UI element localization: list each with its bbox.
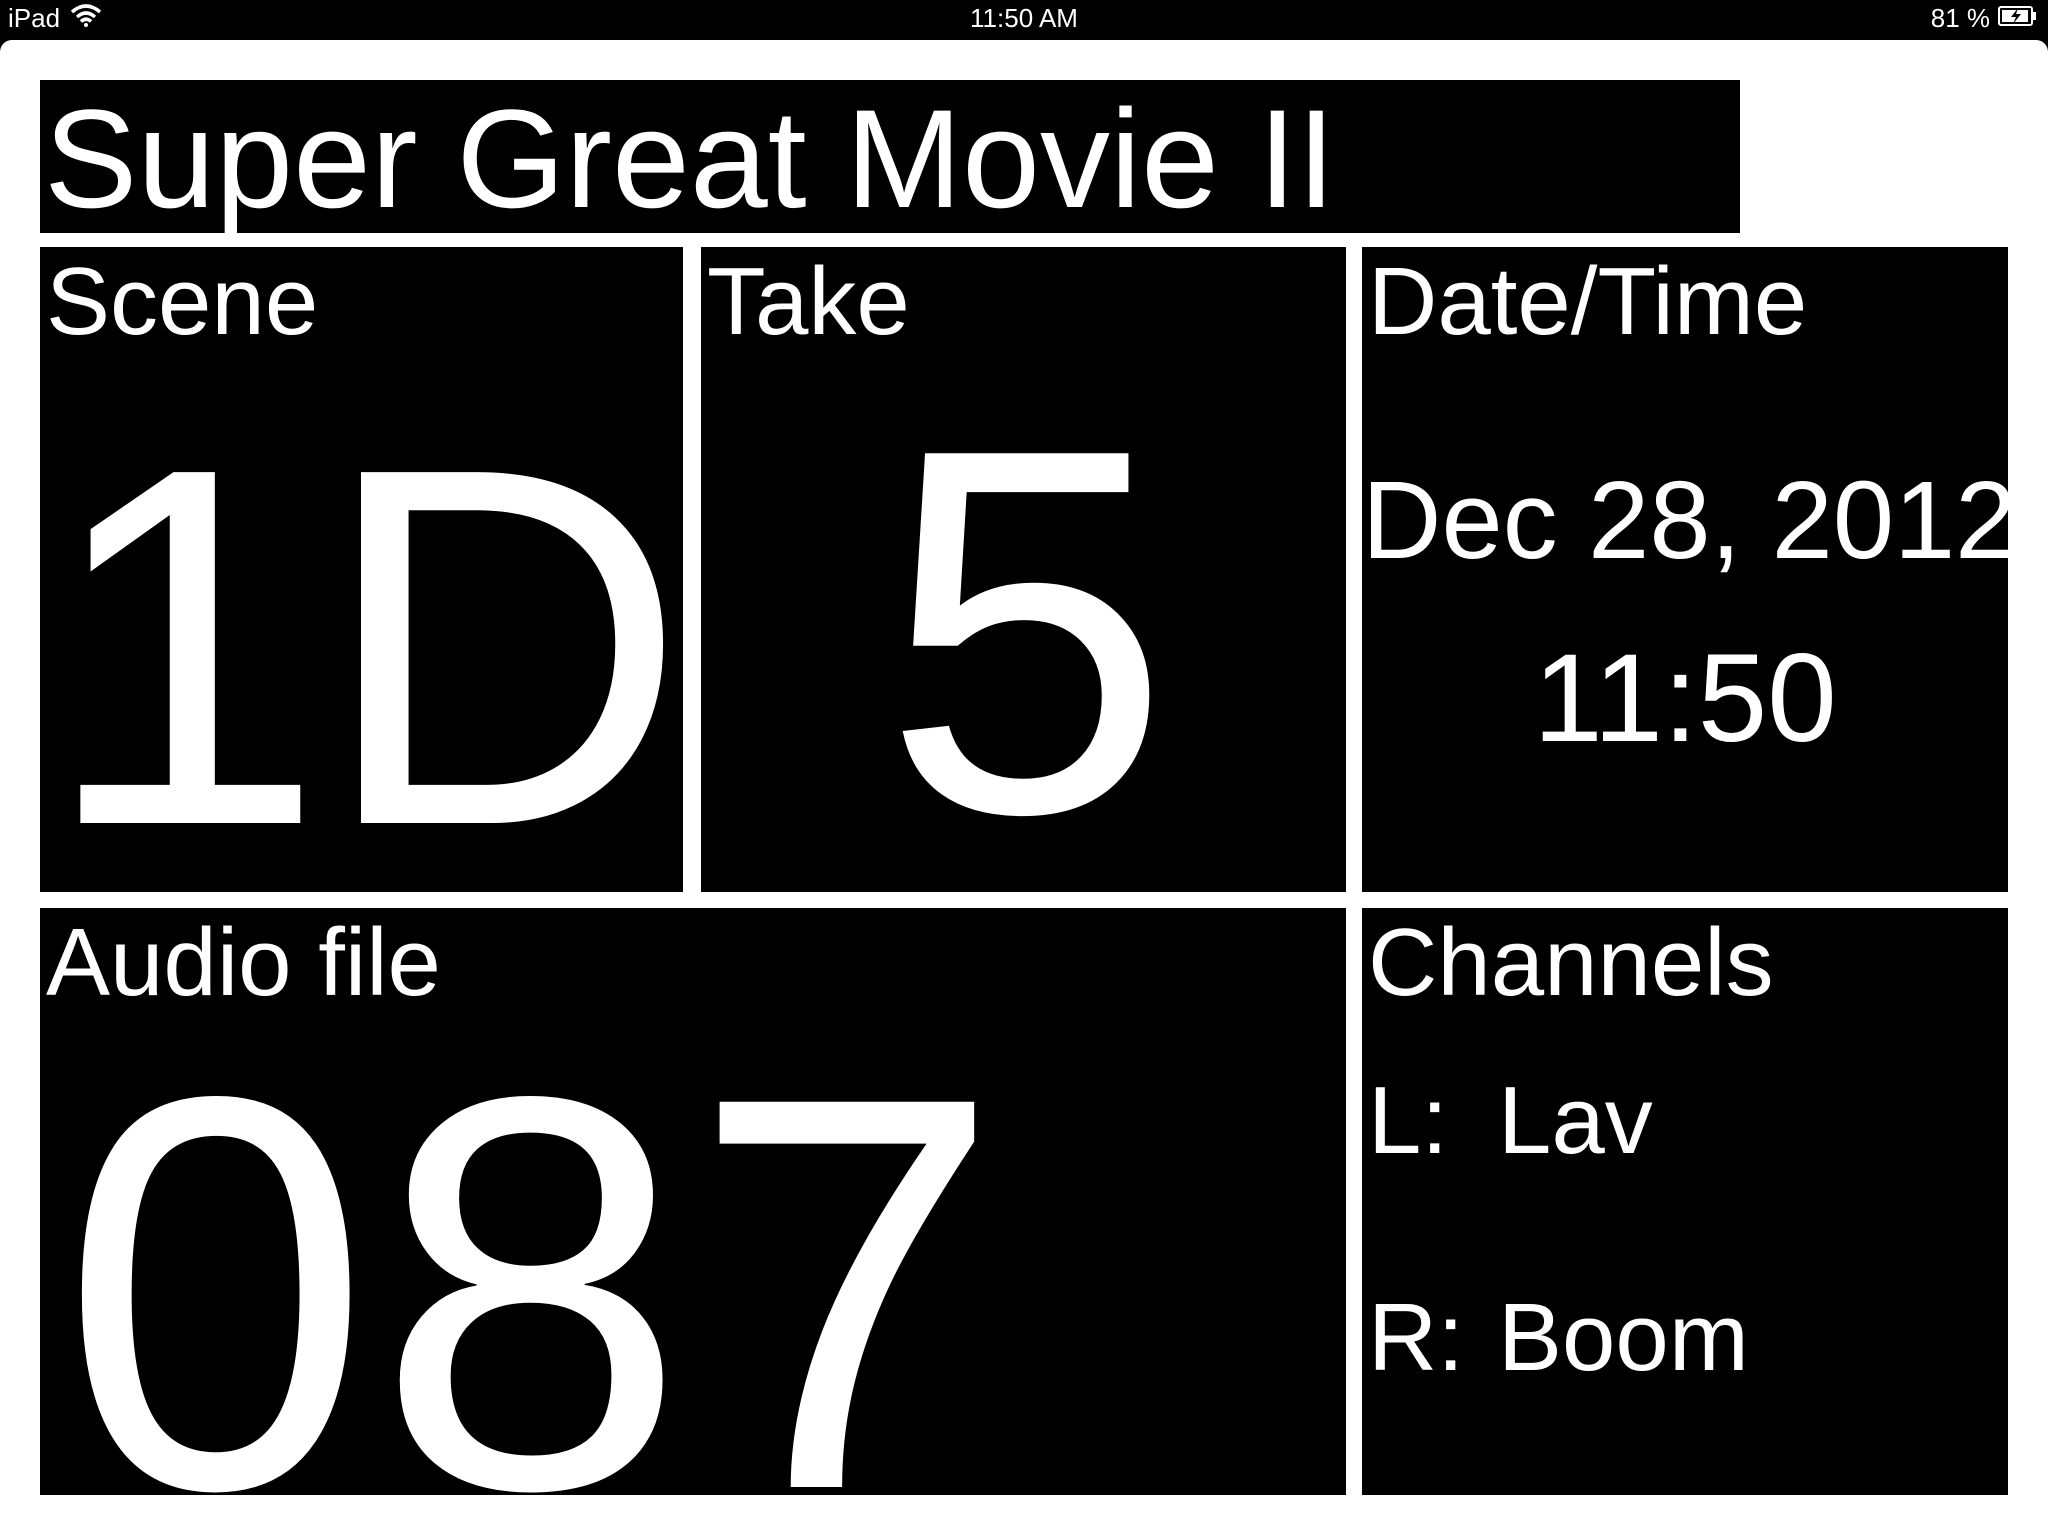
- channels-label: Channels: [1368, 909, 1774, 1016]
- scene-value: 1D: [41, 362, 683, 892]
- audio-file-panel[interactable]: Audio file 087: [40, 908, 1346, 1495]
- title-panel[interactable]: Super Great Movie II: [40, 80, 1740, 233]
- battery-percent: 81 %: [1930, 3, 1990, 33]
- status-time: 11:50 AM: [970, 3, 1078, 33]
- channel-left-value: Lav: [1498, 1067, 1653, 1174]
- take-value: 5: [881, 341, 1171, 892]
- status-right: 81 %: [1931, 3, 2038, 34]
- scene-label: Scene: [46, 248, 319, 355]
- take-panel[interactable]: Take 5: [701, 247, 1346, 892]
- channel-right-key: R:: [1368, 1284, 1464, 1391]
- status-bar: iPad 11:50 AM 81 %: [0, 0, 2048, 40]
- time-value: 11:50: [1533, 629, 1837, 768]
- battery-charging-icon: [1998, 3, 2038, 34]
- movie-title: Super Great Movie II: [44, 80, 1336, 234]
- channel-left-key: L:: [1368, 1067, 1449, 1174]
- scene-panel[interactable]: Scene 1D: [40, 247, 683, 892]
- channels-panel[interactable]: Channels L: Lav R: Boom: [1362, 908, 2008, 1495]
- take-label: Take: [707, 248, 910, 355]
- channel-right-row: R: Boom: [1368, 1283, 1749, 1393]
- channel-right-value: Boom: [1498, 1284, 1749, 1391]
- datetime-label: Date/Time: [1368, 248, 1808, 355]
- audio-file-value: 087: [60, 980, 1007, 1495]
- channel-left-row: L: Lav: [1368, 1066, 1653, 1176]
- screen: iPad 11:50 AM 81 % Super Great Movie II …: [0, 0, 2048, 1536]
- date-value: Dec 28, 2012: [1362, 459, 2008, 582]
- datetime-panel[interactable]: Date/Time Dec 28, 2012 11:50: [1362, 247, 2008, 892]
